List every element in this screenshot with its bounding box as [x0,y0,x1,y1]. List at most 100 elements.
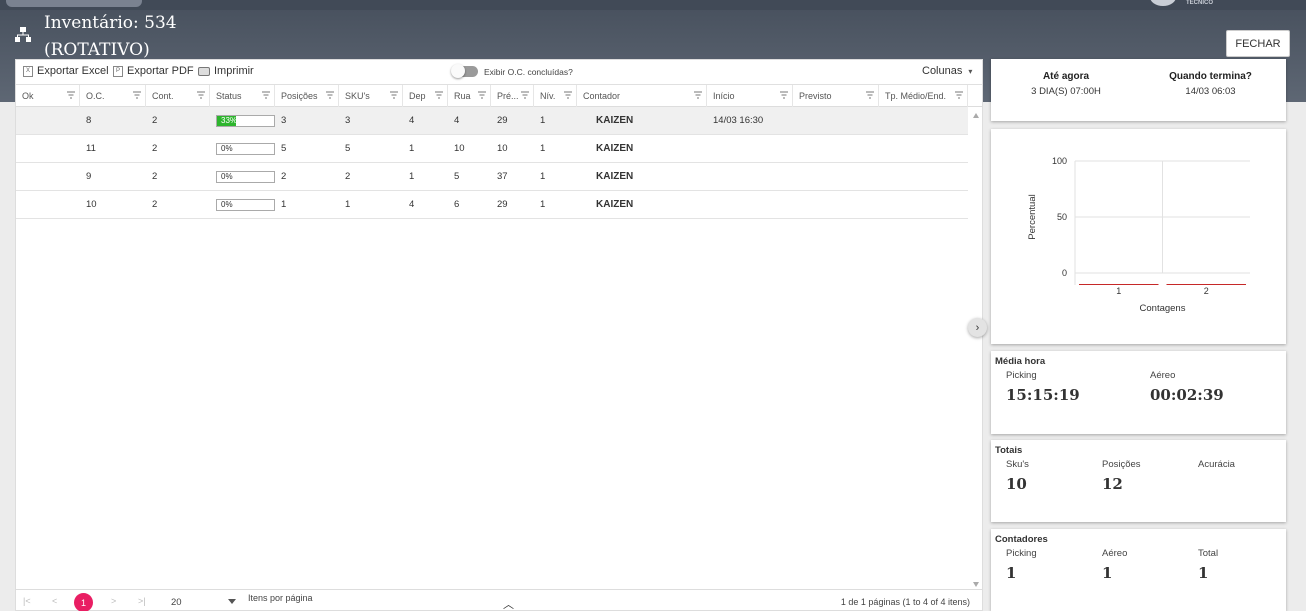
column-header-rua[interactable]: Rua [448,85,491,107]
progress-label: 0% [221,200,233,209]
column-header-contador[interactable]: Contador [577,85,707,107]
status-progress-bar: 0% [216,143,275,155]
table-body: 8 2 33% 3 3 4 4 29 1 KAIZEN 14/03 16:30 … [16,107,968,219]
filter-icon[interactable] [955,91,963,99]
column-header-dep[interactable]: Dep [403,85,448,107]
status-progress-bar: 33% [216,115,275,127]
filter-icon[interactable] [694,91,702,99]
pdf-file-icon: P [113,65,123,77]
previous-page-button[interactable]: < [52,596,57,606]
table-row[interactable]: 11 2 0% 5 5 1 10 10 1 KAIZEN [16,135,968,163]
progress-chart: 0 50 100 1 2 Contagens Percentual [1027,156,1250,314]
filter-icon[interactable] [326,91,334,99]
elapsed-label: Até agora [1042,71,1090,82]
finish-label: Quando termina? [1169,71,1252,82]
column-header-posicoes[interactable]: Posições [275,85,339,107]
export-excel-button[interactable]: X Exportar Excel [23,65,109,77]
inventory-icon [15,27,31,42]
column-header-oc[interactable]: O.C. [80,85,146,107]
next-page-button[interactable]: > [111,596,116,606]
progress-label: 33% [221,116,238,125]
bar [1166,284,1246,285]
cell-posicoes: 5 [281,143,287,154]
page-size-select[interactable]: 20 [171,597,182,608]
filter-icon[interactable] [866,91,874,99]
column-header-nivel[interactable]: Nív. [534,85,577,107]
column-header-predio[interactable]: Pré... [491,85,534,107]
column-header-inicio[interactable]: Início [707,85,793,107]
close-button[interactable]: FECHAR [1226,30,1290,57]
filter-icon[interactable] [780,91,788,99]
toggle-knob [451,64,465,78]
aereo-value: 00:02:39 [1150,386,1224,404]
top-bar: TÉCNICO [0,0,1306,10]
cell-cont: 2 [152,143,158,154]
counters-card: Contadores Picking 1 Aéreo 1 Total 1 [991,529,1286,611]
vertical-scrollbar[interactable] [969,107,983,589]
print-button[interactable]: Imprimir [198,65,254,77]
column-header-label: Posições [281,91,318,101]
totals-title: Totais [995,445,1023,456]
column-header-skus[interactable]: SKU's [339,85,403,107]
aereo-label: Aéreo [1150,370,1176,381]
column-header-ok[interactable]: Ok [16,85,80,107]
first-page-button[interactable]: |< [23,596,31,606]
filter-icon[interactable] [564,91,572,99]
column-header-previsto[interactable]: Previsto [793,85,879,107]
column-header-label: Nív. [540,91,556,101]
column-header-label: Contador [583,91,621,101]
current-page-button[interactable]: 1 [74,593,93,611]
filter-icon[interactable] [521,91,529,99]
column-header-cont[interactable]: Cont. [146,85,210,107]
counters-title: Contadores [995,534,1048,545]
cell-contador: KAIZEN [596,115,634,126]
cell-contador: KAIZEN [596,199,634,210]
filter-icon[interactable] [478,91,486,99]
progress-chart-card: 0 50 100 1 2 Contagens Percentual [991,129,1286,344]
cell-rua: 10 [454,143,465,154]
export-pdf-button[interactable]: P Exportar PDF [113,65,194,77]
page-title: Inventário: 534 (ROTATIVO) [44,10,177,64]
browser-tab[interactable] [6,0,142,7]
cell-inicio [707,135,713,162]
toggle-track[interactable] [451,64,478,78]
chevron-down-icon[interactable] [228,599,236,604]
progress-label: 0% [221,144,233,153]
table-row[interactable]: 8 2 33% 3 3 4 4 29 1 KAIZEN 14/03 16:30 [16,107,968,135]
cell-predio: 29 [497,199,508,210]
cell-ok [16,191,22,218]
collapse-panel-button[interactable]: › [968,318,987,337]
column-header-label: Tp. Médio/End. [885,91,947,101]
show-completed-toggle[interactable]: Exibir O.C. concluídas? [451,64,573,78]
filter-icon[interactable] [390,91,398,99]
table-row[interactable]: 9 2 0% 2 2 1 5 37 1 KAIZEN [16,163,968,191]
scroll-up-icon[interactable] [973,113,979,118]
filter-icon[interactable] [67,91,75,99]
cell-predio: 29 [497,115,508,126]
filter-icon[interactable] [435,91,443,99]
column-header-status[interactable]: Status [210,85,275,107]
cell-inicio: 14/03 16:30 [713,115,764,126]
cell-oc: 11 [86,143,96,154]
last-page-button[interactable]: >| [138,596,146,606]
column-header-label: Cont. [152,91,174,101]
columns-menu-button[interactable]: Colunas ▾ [922,65,972,77]
cell-cont: 2 [152,199,158,210]
counters-aereo-value: 1 [1102,564,1113,582]
page-size-label: Itens por página [248,593,313,603]
acuracia-label: Acurácia [1198,459,1235,470]
table-row[interactable]: 10 2 0% 1 1 4 6 29 1 KAIZEN [16,191,968,219]
filter-icon[interactable] [262,91,270,99]
cell-tp-medio [879,107,885,134]
y-tick-label: 50 [1057,212,1067,222]
filter-icon[interactable] [197,91,205,99]
scroll-down-icon[interactable] [973,582,979,587]
column-header-label: Pré... [497,91,519,101]
filter-icon[interactable] [133,91,141,99]
posicoes-value: 12 [1102,475,1123,493]
chevron-up-icon[interactable]: ︿ [503,596,514,611]
table-header: Ok O.C. Cont. Status Posições SKU's Dep … [16,84,982,107]
column-header-label: O.C. [86,91,105,101]
cell-cont: 2 [152,115,158,126]
column-header-tp-medio[interactable]: Tp. Médio/End. [879,85,968,107]
